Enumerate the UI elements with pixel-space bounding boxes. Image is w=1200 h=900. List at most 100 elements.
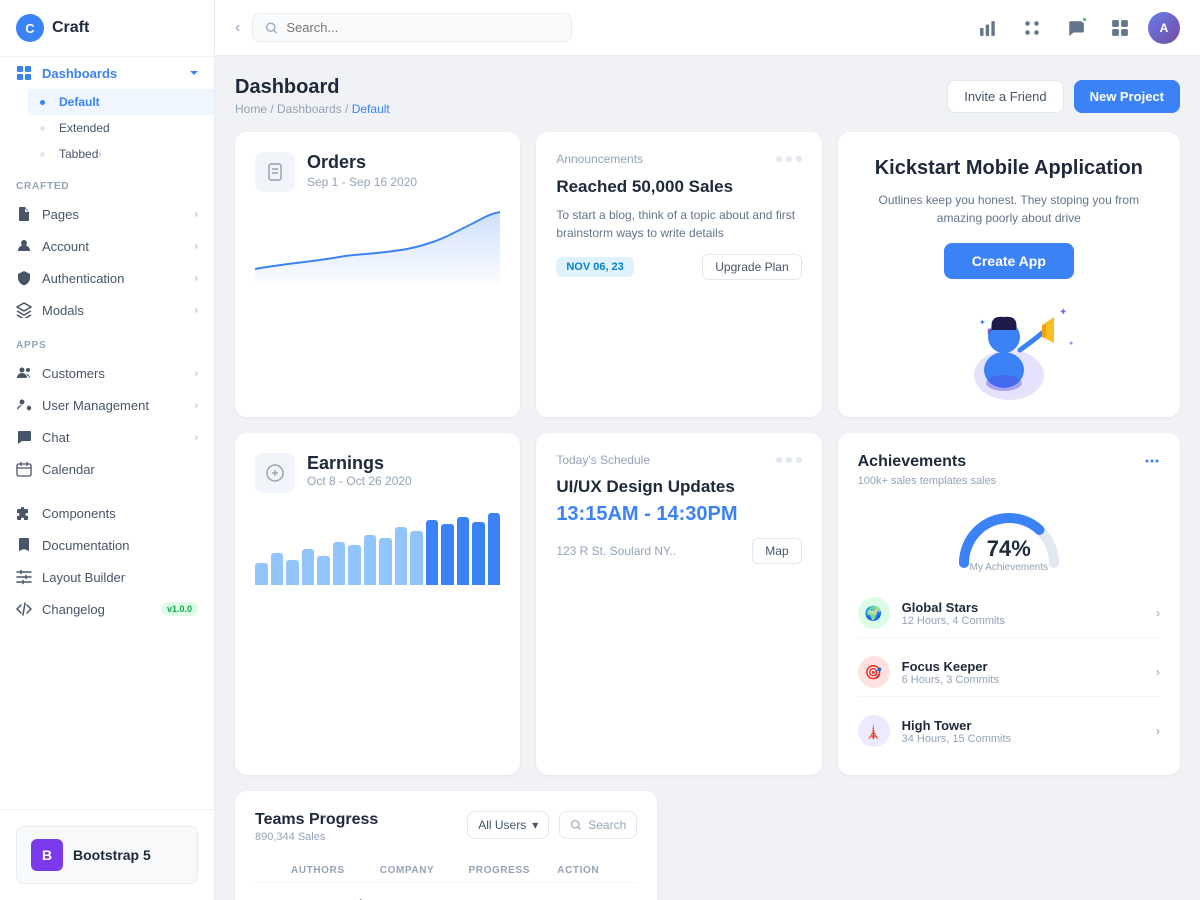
back-button[interactable]: ‹ — [235, 19, 240, 37]
user-avatar[interactable]: A — [1148, 12, 1180, 44]
sidebar-item-tabbed-label: Tabbed — [59, 147, 98, 161]
sidebar-item-layout-label: Layout Builder — [42, 570, 198, 585]
sidebar-item-changelog[interactable]: Changelog v1.0.0 — [0, 593, 214, 625]
sidebar-item-chat[interactable]: Chat › — [0, 421, 214, 453]
breadcrumb-current: Default — [352, 102, 390, 116]
schedule-title: UI/UX Design Updates — [556, 477, 801, 497]
sidebar-item-pages-label: Pages — [42, 207, 195, 222]
global-stars-info: Global Stars 12 Hours, 4 Commits — [902, 600, 1144, 627]
page-title: Dashboard — [235, 76, 390, 99]
sidebar-item-pages[interactable]: Pages › — [0, 198, 214, 230]
online-indicator — [1081, 16, 1088, 23]
invite-friend-button[interactable]: Invite a Friend — [947, 80, 1063, 113]
announcements-label-row: Announcements — [556, 152, 801, 166]
achievements-title: Achievements — [858, 453, 967, 471]
sidebar-item-customers[interactable]: Customers › — [0, 357, 214, 389]
earnings-date: Oct 8 - Oct 26 2020 — [307, 474, 412, 488]
orders-icon — [255, 152, 295, 192]
breadcrumb: Home / Dashboards / Default — [235, 102, 390, 116]
sidebar-item-layout-builder[interactable]: Layout Builder — [0, 561, 214, 593]
upgrade-plan-button[interactable]: Upgrade Plan — [702, 254, 801, 280]
sidebar-item-dashboards[interactable]: Dashboards — [0, 57, 214, 89]
sidebar-item-documentation[interactable]: Documentation — [0, 529, 214, 561]
achievements-title-area: Achievements — [858, 453, 967, 471]
puzzle-icon — [16, 505, 32, 521]
schedule-location: 123 R St. Soulard NY.. — [556, 544, 676, 558]
all-users-select[interactable]: All Users ▾ — [467, 811, 549, 839]
chevron-right-icon-pages: › — [195, 209, 198, 220]
users-icon — [16, 365, 32, 381]
sidebar-item-authentication[interactable]: Authentication › — [0, 262, 214, 294]
schedule-label-row: Today's Schedule — [556, 453, 801, 467]
chevron-right-icon-chat: › — [195, 432, 198, 443]
sidebar-item-chat-label: Chat — [42, 430, 195, 445]
select-chevron-icon: ▾ — [532, 818, 538, 832]
message-icon-btn[interactable] — [1060, 12, 1092, 44]
sidebar: C Craft Dashboards Default Extended Tabb… — [0, 0, 215, 900]
search-icon — [265, 21, 278, 35]
apps-icon-btn[interactable] — [1104, 12, 1136, 44]
focus-keeper-chevron[interactable]: › — [1156, 665, 1160, 679]
new-project-button[interactable]: New Project — [1074, 80, 1180, 113]
page-header: Dashboard Home / Dashboards / Default In… — [235, 76, 1180, 116]
teams-title-area: Teams Progress 890,344 Sales — [255, 811, 378, 843]
bootstrap-icon: B — [31, 839, 63, 871]
teams-table-header: AUTHORS COMPANY PROGRESS ACTION — [255, 859, 637, 883]
book-icon — [16, 537, 32, 553]
sidebar-item-tabbed[interactable]: Tabbed › — [28, 141, 214, 167]
bar-8 — [379, 538, 392, 585]
dot-s3 — [796, 457, 802, 463]
map-button[interactable]: Map — [752, 538, 801, 564]
sidebar-item-usermgmt-label: User Management — [42, 398, 195, 413]
inactive-dot — [40, 126, 45, 131]
schedule-dots — [776, 457, 802, 463]
orders-card-header: Orders Sep 1 - Sep 16 2020 — [255, 152, 500, 192]
bar-15 — [488, 513, 501, 585]
bar-7 — [364, 535, 377, 585]
logo-area: C Craft — [0, 0, 214, 57]
orders-chart — [255, 204, 500, 397]
orders-title: Orders — [307, 152, 417, 173]
orders-card: Orders Sep 1 - Sep 16 2020 — [235, 132, 520, 417]
main-content: ‹ A Dashboard — [215, 0, 1200, 900]
sidebar-item-default[interactable]: Default — [28, 89, 214, 115]
sidebar-item-calendar[interactable]: Calendar — [0, 453, 214, 485]
sidebar-item-modals[interactable]: Modals › — [0, 294, 214, 326]
changelog-badge: v1.0.0 — [161, 602, 198, 616]
create-app-button[interactable]: Create App — [944, 243, 1074, 279]
bar-1 — [271, 553, 284, 585]
chevron-right-icon-account: › — [195, 241, 198, 252]
grid-icon-btn[interactable] — [1016, 12, 1048, 44]
teams-header: Teams Progress 890,344 Sales All Users ▾… — [255, 811, 637, 843]
search-input[interactable] — [286, 20, 559, 35]
bar-3 — [302, 549, 315, 585]
high-tower-chevron[interactable]: › — [1156, 724, 1160, 738]
promo-card: Kickstart Mobile Application Outlines ke… — [838, 132, 1180, 417]
sliders-icon — [16, 569, 32, 585]
bottom-row: Teams Progress 890,344 Sales All Users ▾… — [235, 791, 1180, 900]
teams-search[interactable]: Search — [559, 811, 637, 839]
charts-icon-btn[interactable] — [972, 12, 1004, 44]
action-header: ACTION — [557, 865, 637, 876]
global-stars-name: Global Stars — [902, 600, 1144, 615]
sidebar-item-account[interactable]: Account › — [0, 230, 214, 262]
topbar: ‹ A — [215, 0, 1200, 56]
dot-3 — [796, 156, 802, 162]
sidebar-item-user-management[interactable]: User Management › — [0, 389, 214, 421]
svg-text:✦: ✦ — [1059, 307, 1067, 318]
global-stars-chevron[interactable]: › — [1156, 606, 1160, 620]
brand-name: Craft — [52, 19, 89, 37]
progress-header: PROGRESS — [469, 865, 550, 876]
sidebar-item-extended-label: Extended — [59, 121, 110, 135]
achievements-card: Achievements 100k+ sales templates sales… — [838, 433, 1180, 775]
sidebar-item-components[interactable]: Components — [0, 497, 214, 529]
sidebar-item-extended[interactable]: Extended — [28, 115, 214, 141]
company-header: COMPANY — [380, 865, 461, 876]
focus-keeper-info: Focus Keeper 6 Hours, 3 Commits — [902, 659, 1144, 686]
teams-title: Teams Progress — [255, 811, 378, 829]
announcements-body: To start a blog, think of a topic about … — [556, 206, 801, 242]
more-options-icon[interactable] — [1144, 453, 1160, 469]
authors-header: AUTHORS — [291, 865, 372, 876]
announcements-date: NOV 06, 23 — [556, 257, 633, 277]
search-box[interactable] — [252, 13, 572, 42]
